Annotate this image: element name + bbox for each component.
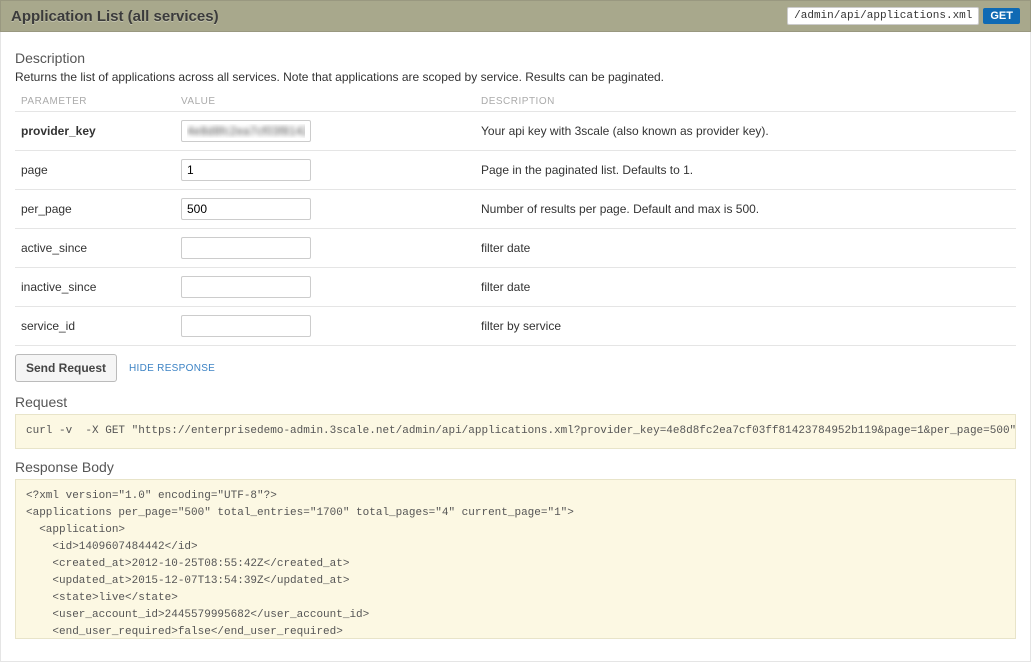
table-row: page Page in the paginated list. Defaults… [15, 151, 1016, 190]
param-input-per_page[interactable] [181, 198, 311, 220]
hide-response-link[interactable]: Hide Response [129, 363, 215, 374]
endpoint-path: /admin/api/applications.xml [787, 7, 979, 25]
section-header: Application List (all services) /admin/a… [0, 0, 1031, 32]
param-input-active_since[interactable] [181, 237, 311, 259]
section-title: Application List (all services) [11, 8, 219, 25]
param-name: inactive_since [21, 280, 96, 294]
param-name: service_id [21, 319, 75, 333]
request-curl: curl -v -X GET "https://enterprisedemo-a… [15, 414, 1016, 449]
param-description: Page in the paginated list. Defaults to … [475, 151, 1016, 190]
param-name: active_since [21, 241, 87, 255]
table-row: service_id filter by service [15, 307, 1016, 346]
param-name: page [21, 163, 48, 177]
table-row: provider_key Your api key with 3scale (al… [15, 112, 1016, 151]
parameters-table: Parameter Value Description provider_key… [15, 92, 1016, 346]
param-description: Number of results per page. Default and … [475, 190, 1016, 229]
param-description: filter by service [475, 307, 1016, 346]
param-name: provider_key [21, 124, 96, 138]
table-row: per_page Number of results per page. Defa… [15, 190, 1016, 229]
param-input-inactive_since[interactable] [181, 276, 311, 298]
col-header-value: Value [175, 92, 475, 112]
table-row: active_since filter date [15, 229, 1016, 268]
response-body: <?xml version="1.0" encoding="UTF-8"?> <… [15, 479, 1016, 639]
param-description: filter date [475, 229, 1016, 268]
table-row: inactive_since filter date [15, 268, 1016, 307]
param-name: per_page [21, 202, 72, 216]
http-method-badge: GET [983, 8, 1020, 24]
request-label: Request [15, 394, 1016, 410]
param-description: Your api key with 3scale (also known as … [475, 112, 1016, 151]
col-header-parameter: Parameter [15, 92, 175, 112]
send-request-button[interactable]: Send Request [15, 354, 117, 382]
param-input-provider_key[interactable] [181, 120, 311, 142]
response-label: Response Body [15, 459, 1016, 475]
param-input-page[interactable] [181, 159, 311, 181]
param-description: filter date [475, 268, 1016, 307]
description-text: Returns the list of applications across … [15, 70, 1016, 84]
endpoint-indicator: /admin/api/applications.xml GET [787, 7, 1020, 25]
col-header-description: Description [475, 92, 1016, 112]
description-label: Description [15, 50, 1016, 66]
param-input-service_id[interactable] [181, 315, 311, 337]
